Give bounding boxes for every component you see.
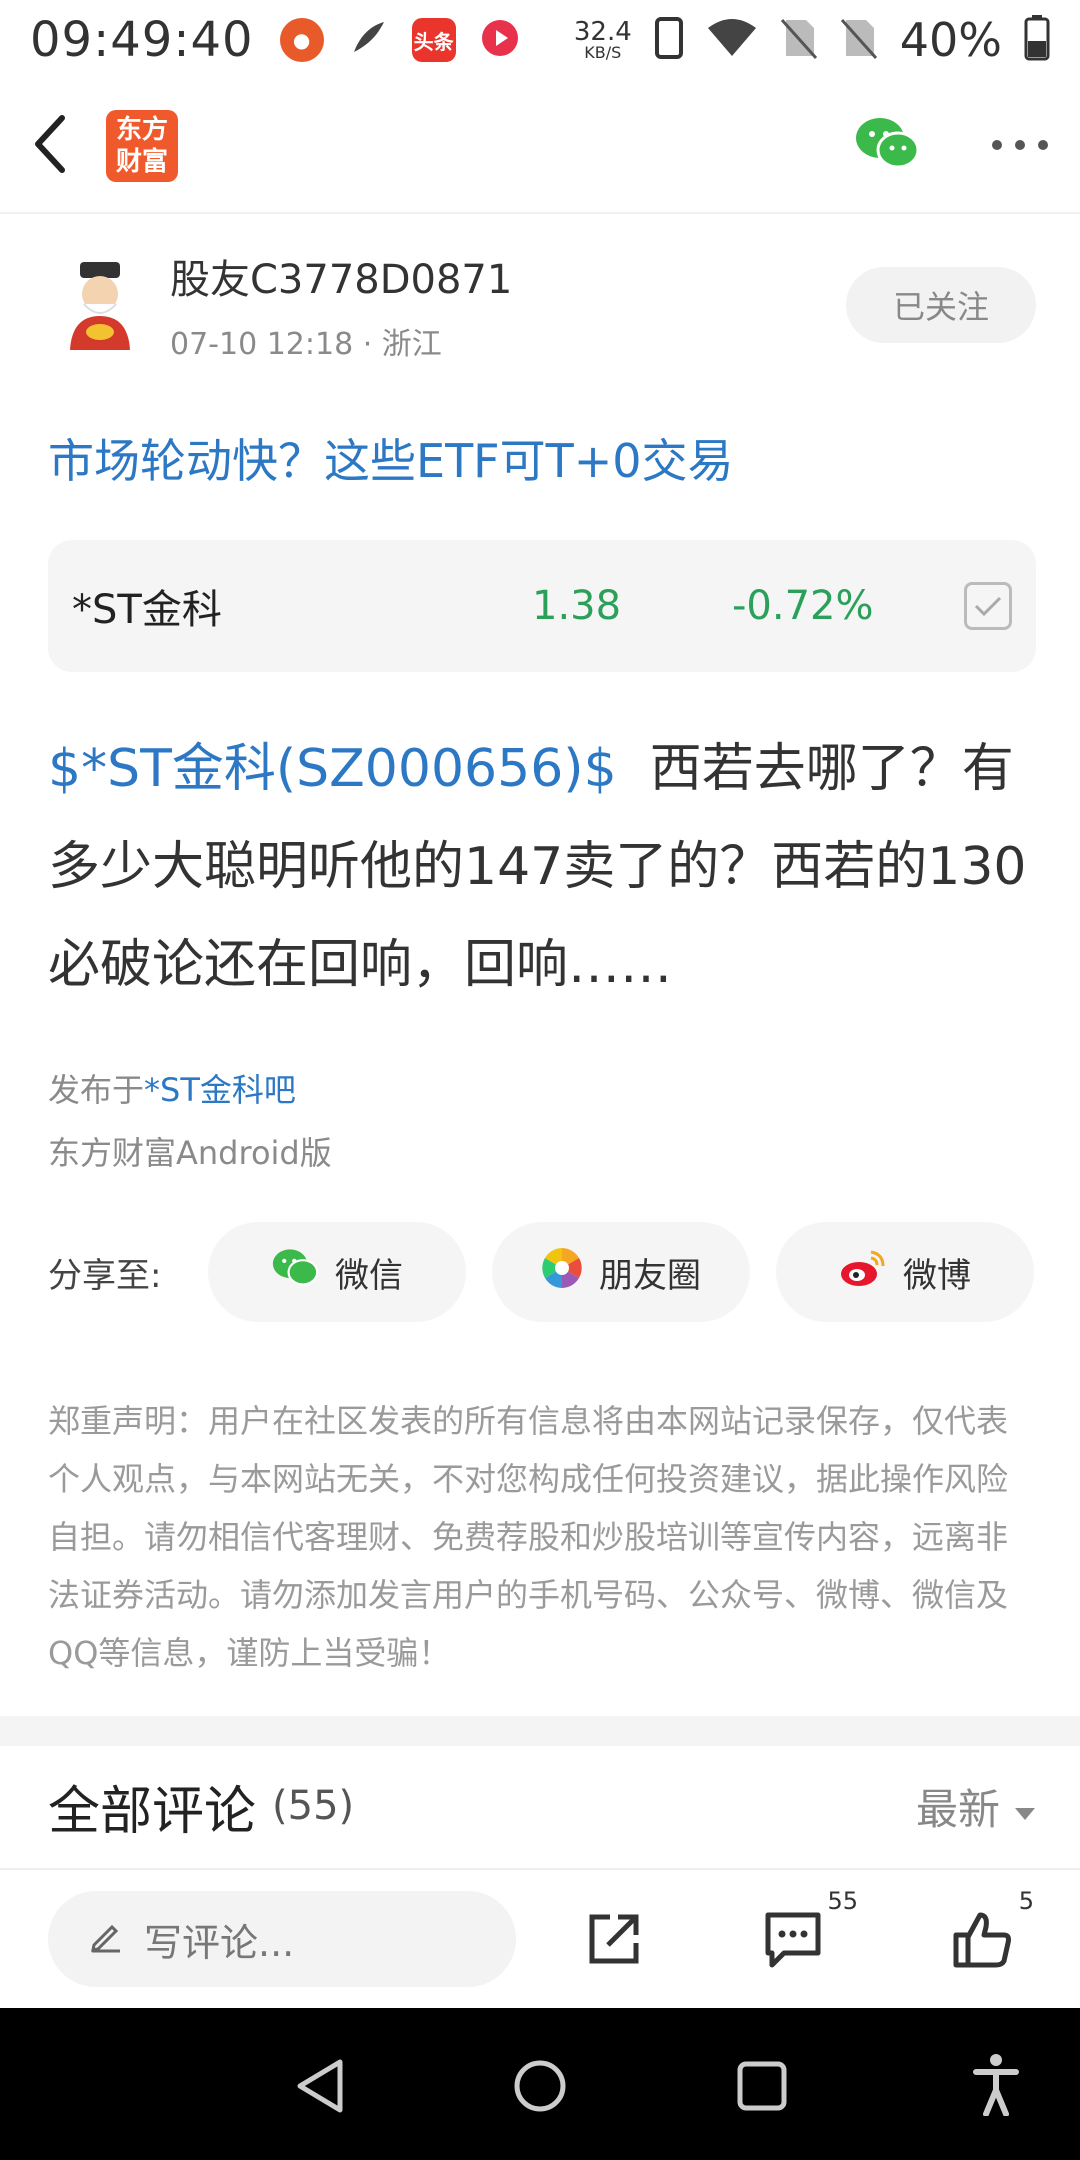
author-name[interactable]: 股友C3778D0871	[170, 247, 512, 305]
system-nav-bar	[0, 2008, 1080, 2160]
status-bar: 09:49:40 ● 头条 32.4 KB/S 40%	[0, 0, 1080, 80]
pen-icon	[88, 1917, 124, 1962]
author-block: 股友C3778D0871 07-10 12:18 · 浙江 已关注	[48, 247, 1036, 362]
stock-quote-card[interactable]: *ST金科 1.38 -0.72%	[48, 540, 1036, 672]
comments-header: 全部评论 (55) 最新	[48, 1746, 1036, 1866]
wifi-icon	[706, 16, 758, 64]
moments-icon	[541, 1247, 583, 1298]
promo-link[interactable]: 市场轮动快？这些ETF可T+0交易	[48, 425, 734, 491]
add-watchlist-check-icon[interactable]	[964, 582, 1012, 630]
weibo-icon	[839, 1248, 887, 1297]
stock-bar-link[interactable]: *ST金科吧	[144, 1071, 296, 1109]
nav-back-icon[interactable]	[294, 2058, 346, 2118]
eastmoney-logo[interactable]: 东方 财富	[106, 110, 178, 182]
like-count-badge: 5	[1018, 1887, 1034, 1915]
toutiao-icon: 头条	[411, 18, 456, 62]
post-meta: 07-10 12:18 · 浙江	[170, 327, 442, 362]
feather-icon	[346, 16, 390, 64]
notification-icons: ● 头条	[279, 16, 522, 64]
avatar[interactable]	[48, 253, 152, 357]
write-comment-input[interactable]: 写评论...	[48, 1891, 516, 1987]
comments-title: 全部评论	[48, 1781, 257, 1842]
like-thumbs-up-icon[interactable]: 5	[952, 1887, 1034, 1969]
sim1-icon	[780, 16, 818, 64]
status-time: 09:49:40	[30, 12, 254, 68]
disclaimer: 郑重声明：用户在社区发表的所有信息将由本网站记录保存，仅代表个人观点，与本网站无…	[48, 1402, 1009, 1672]
net-speed: 32.4 KB/S	[573, 17, 632, 62]
share-row: 分享至: 微信 朋友圈 微博	[48, 1222, 1036, 1322]
follow-button[interactable]: 已关注	[846, 267, 1036, 343]
more-options-icon[interactable]	[990, 137, 1050, 156]
top-nav-bar: 东方 财富	[0, 80, 1080, 214]
bottom-action-bar: 写评论... 55 5	[0, 1868, 1080, 2008]
share-external-icon[interactable]	[584, 1909, 644, 1969]
client-info: 东方财富Android版	[48, 1134, 332, 1172]
section-divider	[0, 1716, 1080, 1746]
sim2-icon	[840, 16, 878, 64]
stock-price: 1.38	[532, 583, 622, 629]
stock-name: *ST金科	[72, 587, 222, 633]
battery-percent: 40%	[899, 13, 1002, 67]
share-label: 分享至:	[48, 1255, 162, 1296]
nav-recents-icon[interactable]	[736, 2060, 788, 2116]
stock-change: -0.72%	[732, 583, 874, 629]
nav-home-icon[interactable]	[512, 2058, 568, 2118]
comment-icon[interactable]: 55	[762, 1887, 858, 1969]
video-icon	[478, 16, 522, 64]
comments-count: (55)	[272, 1783, 355, 1829]
wechat-icon	[271, 1248, 319, 1297]
wechat-share-icon[interactable]	[854, 116, 920, 176]
published-in: 发布于*ST金科吧	[48, 1071, 296, 1109]
comment-count-badge: 55	[827, 1887, 858, 1915]
post-content: $*ST金科(SZ000656)$ 西若去哪了？有多少大聪明听他的147卖了的？…	[48, 720, 1038, 1014]
stock-tag-link[interactable]: $*ST金科(SZ000656)$	[48, 739, 617, 799]
app-icon-1: ●	[279, 18, 324, 62]
caret-down-icon	[1014, 1782, 1036, 1831]
share-weibo-button[interactable]: 微博	[776, 1222, 1034, 1322]
phone-icon	[654, 16, 684, 64]
sort-dropdown[interactable]: 最新	[916, 1776, 1036, 1837]
share-wechat-button[interactable]: 微信	[208, 1222, 466, 1322]
accessibility-icon[interactable]	[972, 2052, 1020, 2120]
back-arrow-icon[interactable]	[30, 114, 70, 178]
share-moments-button[interactable]: 朋友圈	[492, 1222, 750, 1322]
battery-icon	[1024, 15, 1050, 65]
